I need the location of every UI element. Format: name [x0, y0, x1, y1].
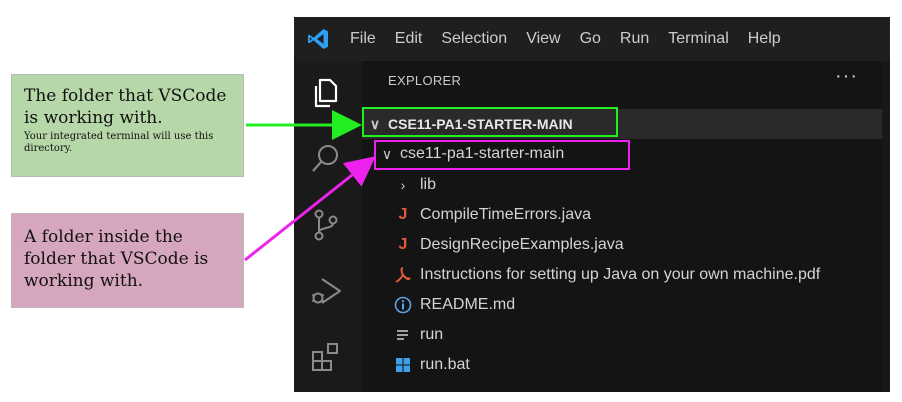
lines-icon	[397, 330, 408, 340]
tree-file[interactable]: run	[394, 320, 443, 350]
tree-folder-lib[interactable]: › lib	[396, 170, 436, 200]
tree-file[interactable]: J DesignRecipeExamples.java	[394, 230, 624, 260]
file-label: CompileTimeErrors.java	[420, 206, 591, 223]
annotation-line: The folder that VSCode	[24, 86, 227, 106]
menu-selection[interactable]: Selection	[441, 30, 507, 48]
explorer-icon[interactable]	[308, 75, 344, 111]
annotation-inner-folder: A folder inside the folder that VSCode i…	[11, 213, 244, 308]
java-icon: J	[398, 206, 408, 223]
chevron-right-icon: ›	[400, 177, 406, 193]
tree-file[interactable]: run.bat	[394, 350, 470, 380]
folder-label: lib	[420, 176, 437, 193]
annotation-line: folder that VSCode is	[24, 249, 209, 269]
tree-file[interactable]: README.md	[394, 290, 515, 320]
windows-icon	[396, 358, 410, 372]
extensions-icon[interactable]	[308, 339, 344, 375]
menu-run[interactable]: Run	[620, 30, 649, 48]
file-label: README.md	[420, 296, 516, 313]
more-actions-icon[interactable]: ···	[835, 65, 858, 88]
menu-edit[interactable]: Edit	[395, 30, 423, 48]
tree-file[interactable]: Instructions for setting up Java on your…	[394, 260, 820, 290]
tree-file[interactable]: J CompileTimeErrors.java	[394, 200, 591, 230]
search-icon[interactable]	[308, 141, 344, 177]
run-debug-icon[interactable]	[308, 273, 344, 309]
menu-terminal[interactable]: Terminal	[668, 30, 728, 48]
annotation-working-folder: The folder that VSCode is working with. …	[11, 74, 244, 177]
title-bar: File Edit Selection View Go Run Terminal…	[294, 17, 890, 61]
annotation-line: A folder inside the	[24, 227, 183, 247]
menu-view[interactable]: View	[526, 30, 560, 48]
annotation-line: is working with.	[24, 108, 163, 128]
file-label: run.bat	[420, 356, 470, 373]
source-control-icon[interactable]	[308, 207, 344, 243]
vscode-logo-icon	[308, 29, 328, 49]
menu-go[interactable]: Go	[580, 30, 601, 48]
explorer-title: EXPLORER	[388, 73, 462, 88]
menu-file[interactable]: File	[350, 30, 376, 48]
annotation-line: working with.	[24, 271, 144, 291]
vscode-window: File Edit Selection View Go Run Terminal…	[294, 17, 890, 392]
info-icon	[394, 296, 412, 314]
pdf-icon	[395, 267, 411, 283]
menu-bar: File Edit Selection View Go Run Terminal…	[350, 17, 800, 61]
file-label: run	[420, 326, 444, 343]
activity-bar	[294, 61, 363, 392]
annotation-small: Your integrated terminal will use this d…	[24, 131, 214, 154]
file-label: Instructions for setting up Java on your…	[420, 266, 821, 283]
file-label: DesignRecipeExamples.java	[420, 236, 624, 253]
highlight-subfolder	[374, 140, 630, 170]
highlight-root-folder	[362, 107, 618, 137]
menu-help[interactable]: Help	[748, 30, 781, 48]
java-icon: J	[398, 236, 408, 253]
